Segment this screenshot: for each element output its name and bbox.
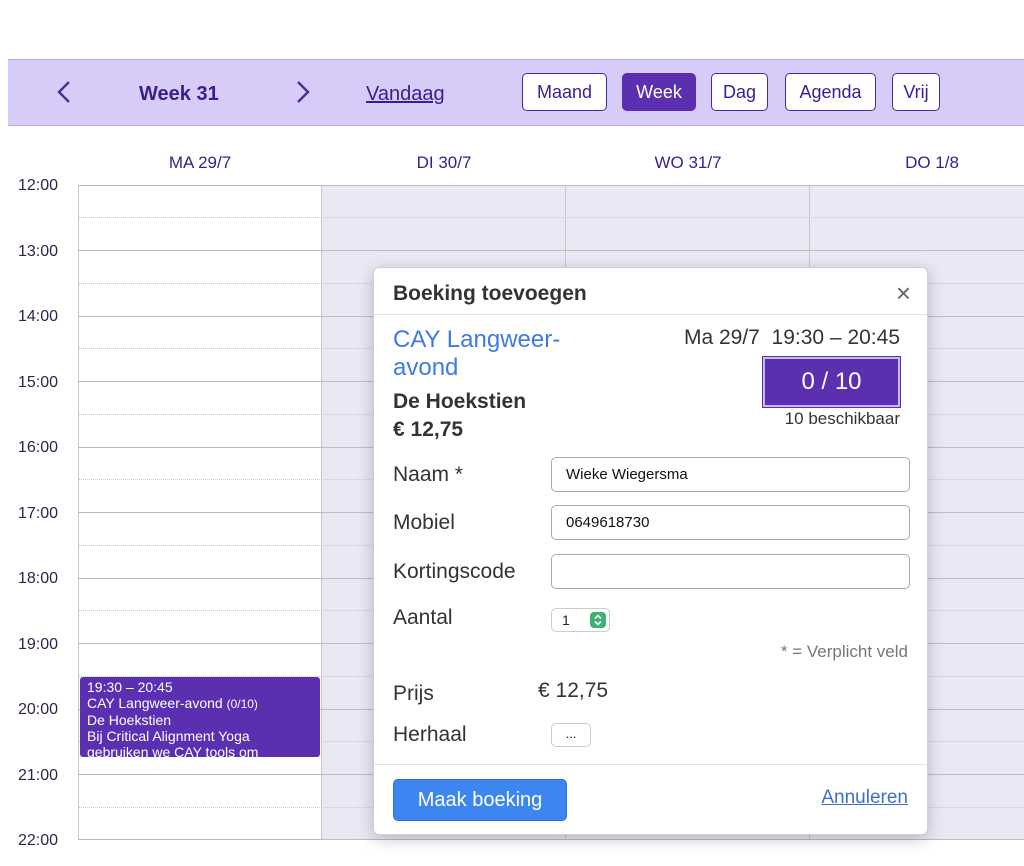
mobile-field[interactable] [551,505,910,540]
booking-dialog: Boeking toevoegen × CAY Langweer-avond D… [373,267,928,835]
event-location: De Hoekstien [87,712,172,728]
chevron-right-icon [297,81,310,103]
quantity-value: 1 [562,612,570,628]
view-day-button[interactable]: Dag [711,73,768,111]
time-label: 13:00 [18,243,59,260]
chevron-left-icon [57,81,70,103]
calendar-event[interactable]: 19:30 – 20:45 CAY Langweer-avond (0/10) … [80,677,320,757]
time-label: 19:00 [18,636,59,653]
class-date: Ma 29/7 [683,326,760,349]
class-datetime: Ma 29/7 19:30 – 20:45 [684,326,900,350]
day-header-monday: MA 29/7 [168,153,232,172]
event-title: CAY Langweer-avond [87,695,223,711]
required-note: * = Verplicht veld [780,642,908,661]
cancel-link[interactable]: Annuleren [821,787,908,809]
week-title: Week 31 [139,83,219,105]
event-description: Bij Critical Alignment Yoga [87,728,250,744]
event-title-line: CAY Langweer-avond (0/10) [87,695,313,712]
time-label: 20:00 [18,701,59,718]
repeat-label: Herhaal [393,723,467,746]
name-field[interactable] [551,457,910,492]
day-header-wednesday: WO 31/7 [654,153,722,172]
available-spots: 10 beschikbaar [784,409,900,428]
day-header-tuesday: DI 30/7 [416,153,472,172]
price-label: Prijs [393,682,434,705]
time-label: 15:00 [18,374,59,391]
day-header-thursday: DO 1/8 [905,153,959,172]
mobile-label: Mobiel [393,511,455,534]
make-booking-button[interactable]: Maak boeking [393,779,567,821]
class-time: 19:30 – 20:45 [771,326,900,349]
price-value: € 12,75 [538,679,609,702]
time-label: 17:00 [18,505,59,522]
class-price: € 12,75 [393,418,464,441]
repeat-options-button[interactable]: ... [551,723,591,747]
capacity-badge: 0 / 10 [762,356,901,408]
hour-line [78,250,1024,251]
view-free-button[interactable]: Vrij [892,73,940,111]
previous-week-button[interactable] [49,74,79,110]
discount-label: Kortingscode [393,560,516,583]
class-name: CAY Langweer-avond [393,326,561,381]
quantity-label: Aantal [393,606,453,629]
close-icon[interactable]: × [896,278,911,309]
time-label: 18:00 [18,570,59,587]
hour-line [78,839,1024,840]
today-link[interactable]: Vandaag [366,83,445,106]
half-hour-line [78,217,1024,218]
time-label: 14:00 [18,308,59,325]
view-month-button[interactable]: Maand [522,73,607,111]
hour-line [78,185,1024,186]
view-agenda-button[interactable]: Agenda [785,73,876,111]
time-label: 21:00 [18,767,59,784]
class-location: De Hoekstien [393,390,527,413]
time-label: 12:00 [18,177,59,194]
event-description: gebruiken we CAY tools om [87,744,259,757]
next-week-button[interactable] [288,74,318,110]
quantity-stepper[interactable]: 1 [551,608,610,632]
event-time: 19:30 – 20:45 [87,679,173,695]
calendar-toolbar: Week 31 Vandaag Maand Week Dag Agenda Vr… [8,59,1024,126]
discount-code-field[interactable] [551,554,910,589]
divider [374,764,927,765]
stepper-arrows-icon[interactable] [590,612,606,628]
event-count: (0/10) [226,697,258,711]
time-label: 16:00 [18,439,59,456]
time-label: 22:00 [18,832,59,849]
divider [374,314,927,315]
view-week-button[interactable]: Week [622,73,696,111]
name-label: Naam * [393,463,464,486]
dialog-title: Boeking toevoegen [393,282,587,305]
